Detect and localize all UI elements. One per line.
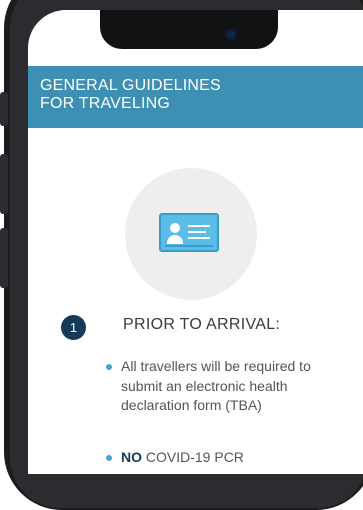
id-card-avatar-head xyxy=(170,223,180,233)
id-card-strip xyxy=(165,245,213,247)
guidelines-header: GENERAL GUIDELINES FOR TRAVELING xyxy=(28,66,363,128)
id-card-icon xyxy=(159,213,219,252)
guideline-item-text: COVID-19 PCR xyxy=(142,449,244,465)
front-camera-icon xyxy=(225,28,237,40)
id-card-line xyxy=(188,225,210,227)
step-title: PRIOR TO ARRIVAL: xyxy=(123,316,281,333)
volume-up-button xyxy=(0,154,8,214)
header-title: GENERAL GUIDELINES FOR TRAVELING xyxy=(40,77,221,112)
id-card-avatar-body xyxy=(167,235,183,244)
id-card-line xyxy=(188,231,206,233)
step-number-badge: 1 xyxy=(61,315,86,340)
volume-down-button xyxy=(0,228,8,288)
id-card-line xyxy=(188,237,210,239)
bullet-dot xyxy=(106,455,112,461)
phone-screen: GENERAL GUIDELINES FOR TRAVELING 1 PRIOR… xyxy=(28,10,363,474)
phone-mockup: GENERAL GUIDELINES FOR TRAVELING 1 PRIOR… xyxy=(0,0,363,510)
bullet-dot xyxy=(106,364,112,370)
guideline-emphasis: NO xyxy=(121,449,142,465)
notch xyxy=(100,10,278,49)
mute-switch xyxy=(0,92,8,126)
guideline-item: NO COVID-19 PCR xyxy=(121,448,351,468)
guideline-item: All travellers will be required to submi… xyxy=(121,358,311,413)
